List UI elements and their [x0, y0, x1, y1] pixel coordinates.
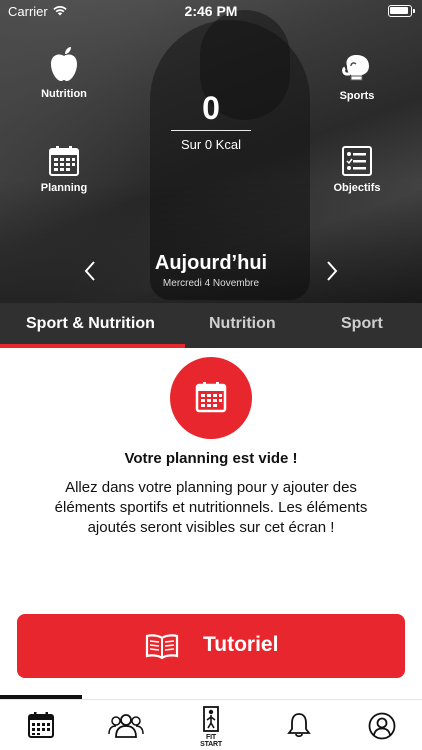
nav-fit-start[interactable] [195, 706, 227, 734]
bell-icon [283, 712, 315, 738]
day-navigation: Aujourd’hui Mercredi 4 Novembre [0, 250, 422, 294]
objectifs-button[interactable]: Objectifs [312, 146, 402, 194]
apple-icon [19, 46, 109, 82]
active-tab-indicator [0, 344, 185, 348]
nav-notifications[interactable] [283, 712, 315, 740]
nutrition-button[interactable]: Nutrition [19, 46, 109, 100]
calorie-summary: 0 Sur 0 Kcal [161, 90, 261, 152]
tab-bar: Sport & Nutrition Nutrition Sport [0, 303, 422, 348]
empty-state-title: Votre planning est vide ! [124, 450, 298, 467]
battery-icon [388, 5, 415, 17]
sports-button[interactable]: Sports [312, 52, 402, 102]
tab-sport[interactable]: Sport [341, 315, 383, 333]
planning-button-label: Planning [40, 182, 88, 194]
status-bar: Carrier 2:46 PM [0, 0, 422, 22]
day-title: Aujourd’hui [154, 252, 268, 274]
tutorial-button[interactable]: Tutoriel [17, 614, 405, 678]
planning-button[interactable]: Planning [19, 146, 109, 194]
calendar-icon [25, 712, 57, 738]
bottom-navigation: FIT START [0, 699, 422, 750]
tab-nutrition[interactable]: Nutrition [209, 315, 276, 333]
calorie-value: 0 [202, 90, 220, 126]
fit-start-icon [195, 706, 227, 732]
checklist-icon [312, 146, 402, 176]
fit-start-label: FIT START [200, 734, 222, 748]
empty-state-text: Allez dans votre planning pour y ajouter… [54, 479, 368, 536]
chevron-right-icon[interactable] [320, 260, 344, 286]
nav-calendar[interactable] [25, 712, 57, 740]
nav-community[interactable] [108, 712, 144, 740]
sports-button-label: Sports [339, 90, 375, 102]
users-icon [108, 712, 144, 738]
nav-profile[interactable] [366, 712, 398, 740]
empty-state-icon [170, 357, 252, 439]
day-date: Mercredi 4 Novembre [162, 278, 260, 289]
profile-icon [366, 712, 398, 740]
tutorial-button-label: Tutoriel [203, 633, 279, 656]
nutrition-button-label: Nutrition [41, 88, 87, 100]
calorie-subtitle: Sur 0 Kcal [181, 137, 241, 152]
status-time: 2:46 PM [184, 3, 238, 19]
tab-sport-nutrition[interactable]: Sport & Nutrition [26, 315, 155, 333]
calendar-icon [19, 146, 109, 176]
calorie-divider [171, 130, 251, 131]
hero-header: Carrier 2:46 PM Nutrition Sports 0 Sur 0… [0, 0, 422, 303]
boxing-glove-icon [312, 52, 402, 84]
objectifs-button-label: Objectifs [333, 182, 381, 194]
